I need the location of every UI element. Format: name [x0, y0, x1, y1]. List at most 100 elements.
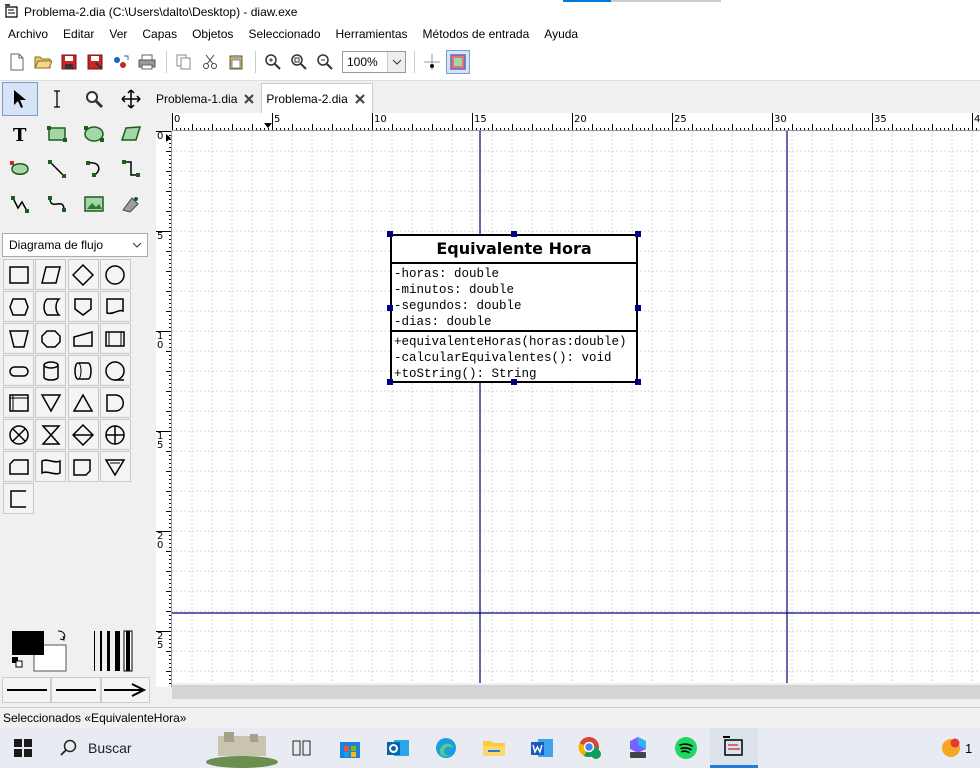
diagram-canvas[interactable]: Equivalente Hora -horas: double -minutos…: [172, 131, 980, 683]
weather-widget[interactable]: 1: [940, 728, 980, 768]
flowchart-card-shape[interactable]: [3, 451, 34, 482]
ellipse-tool[interactable]: [76, 117, 112, 151]
polyline-tool[interactable]: [2, 187, 38, 221]
image-tool[interactable]: [76, 187, 112, 221]
save-button[interactable]: [57, 50, 81, 74]
selection-handle[interactable]: [511, 379, 517, 385]
task-view-button[interactable]: [278, 728, 326, 768]
menu-ayuda[interactable]: Ayuda: [536, 24, 585, 44]
sheet-selector[interactable]: Diagrama de flujo: [2, 233, 148, 257]
flowchart-stored-data-shape[interactable]: [35, 291, 67, 322]
line-width-selector[interactable]: [92, 629, 136, 673]
outline-tool[interactable]: [113, 187, 149, 221]
chevron-down-icon[interactable]: [127, 234, 147, 256]
beziergon-tool[interactable]: [2, 152, 38, 186]
text-tool[interactable]: T: [2, 117, 38, 151]
zoom-combo[interactable]: 100%: [342, 51, 406, 73]
color-selector[interactable]: [8, 627, 74, 675]
selection-handle[interactable]: [387, 305, 393, 311]
flowchart-merge-shape[interactable]: [35, 387, 67, 418]
menu-ver[interactable]: Ver: [101, 24, 134, 44]
selection-handle[interactable]: [635, 305, 641, 311]
flowchart-punched-tape-shape[interactable]: [35, 451, 67, 482]
flowchart-magnetic-disk-shape[interactable]: [35, 355, 67, 386]
menu-archivo[interactable]: Archivo: [0, 24, 55, 44]
zoom-fit-button[interactable]: [287, 50, 311, 74]
flowchart-direct-data-shape[interactable]: [67, 355, 99, 386]
copy-button[interactable]: [172, 50, 196, 74]
outlook-button[interactable]: [374, 728, 422, 768]
new-file-button[interactable]: [5, 50, 29, 74]
m365-button[interactable]: [614, 728, 662, 768]
magnify-tool[interactable]: [76, 82, 112, 116]
open-file-button[interactable]: [31, 50, 55, 74]
edge-button[interactable]: [422, 728, 470, 768]
flowchart-annotation-shape[interactable]: [3, 483, 34, 514]
flowchart-internal-storage-shape[interactable]: [3, 387, 34, 418]
start-button[interactable]: [0, 728, 46, 768]
flowchart-diamond-shape[interactable]: [67, 259, 99, 290]
line-dash-selector[interactable]: [51, 677, 101, 703]
dia-taskbar-button[interactable]: [710, 728, 758, 768]
selection-handle[interactable]: [387, 379, 393, 385]
tab-problema-2[interactable]: Problema-2.dia: [261, 83, 373, 113]
selection-handle[interactable]: [635, 379, 641, 385]
flowchart-or-shape[interactable]: [99, 419, 131, 450]
flowchart-inverted-triangle-shape[interactable]: [99, 451, 131, 482]
selection-handle[interactable]: [635, 231, 641, 237]
flowchart-terminal-shape[interactable]: [3, 355, 34, 386]
flowchart-delay-shape[interactable]: [99, 387, 131, 418]
menu-herramientas[interactable]: Herramientas: [328, 24, 415, 44]
tab-problema-1[interactable]: Problema-1.dia: [152, 85, 261, 113]
export-button[interactable]: [109, 50, 133, 74]
horizontal-scrollbar[interactable]: [172, 685, 980, 699]
flowchart-box-shape[interactable]: [3, 259, 34, 290]
save-as-button[interactable]: [83, 50, 107, 74]
text-edit-tool[interactable]: [39, 82, 75, 116]
flowchart-sort-shape[interactable]: [67, 419, 99, 450]
flowchart-manual-input-shape[interactable]: [67, 323, 99, 354]
zigzag-tool[interactable]: [113, 152, 149, 186]
flowchart-ellipse-shape[interactable]: [99, 259, 131, 290]
chevron-down-icon[interactable]: [387, 52, 405, 72]
flowchart-manual-operation-shape[interactable]: [3, 323, 34, 354]
flowchart-octagon-shape[interactable]: [35, 323, 67, 354]
cut-button[interactable]: [198, 50, 222, 74]
menu-editar[interactable]: Editar: [55, 24, 101, 44]
menu-objetos[interactable]: Objetos: [184, 24, 240, 44]
flowchart-preparation-shape[interactable]: [3, 291, 34, 322]
word-button[interactable]: [518, 728, 566, 768]
uml-class-equivalente-hora[interactable]: Equivalente Hora -horas: double -minutos…: [390, 234, 638, 383]
zoom-out-button[interactable]: [313, 50, 337, 74]
flowchart-collate-shape[interactable]: [35, 419, 67, 450]
modify-tool[interactable]: [2, 82, 38, 116]
zoom-in-button[interactable]: [261, 50, 285, 74]
snap-to-grid-button[interactable]: [420, 50, 444, 74]
menu-capas[interactable]: Capas: [134, 24, 184, 44]
menu-seleccionado[interactable]: Seleccionado: [240, 24, 327, 44]
flowchart-document-shape[interactable]: [99, 291, 131, 322]
snap-to-objects-button[interactable]: [446, 50, 470, 74]
selection-handle[interactable]: [511, 231, 517, 237]
print-button[interactable]: [135, 50, 159, 74]
arc-tool[interactable]: [76, 152, 112, 186]
selection-handle[interactable]: [387, 231, 393, 237]
flowchart-display-shape[interactable]: [67, 451, 99, 482]
bezierline-tool[interactable]: [39, 187, 75, 221]
spotify-button[interactable]: [662, 728, 710, 768]
microsoft-store-button[interactable]: [326, 728, 374, 768]
flowchart-summing-junction-shape[interactable]: [3, 419, 34, 450]
close-icon[interactable]: [354, 93, 366, 105]
end-arrow-selector[interactable]: [100, 677, 150, 703]
menu-metodos-de-entrada[interactable]: Métodos de entrada: [415, 24, 537, 44]
flowchart-sequential-data-shape[interactable]: [99, 355, 131, 386]
paste-button[interactable]: [224, 50, 248, 74]
line-tool[interactable]: [39, 152, 75, 186]
flowchart-parallelogram-shape[interactable]: [35, 259, 67, 290]
start-arrow-selector[interactable]: [2, 677, 52, 703]
scroll-tool[interactable]: [113, 82, 149, 116]
taskbar-search[interactable]: Buscar: [46, 728, 278, 768]
polygon-tool[interactable]: [113, 117, 149, 151]
close-icon[interactable]: [243, 93, 255, 105]
file-explorer-button[interactable]: [470, 728, 518, 768]
